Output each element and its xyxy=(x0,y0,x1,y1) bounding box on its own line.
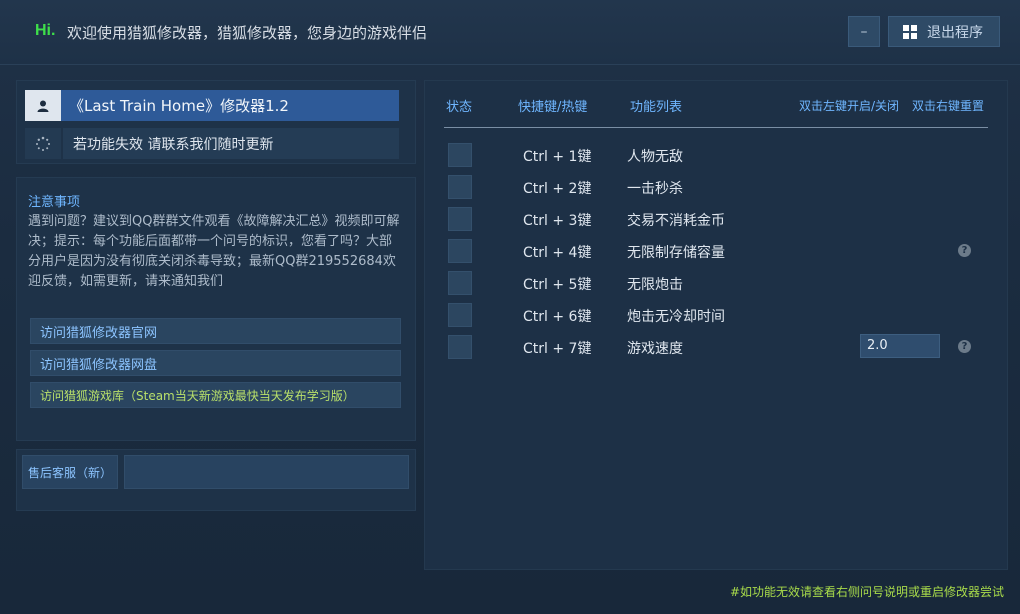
hotkey: Ctrl + 2键 xyxy=(523,181,592,197)
hotkey: Ctrl + 4键 xyxy=(523,245,592,261)
state-toggle[interactable] xyxy=(448,303,472,327)
state-toggle[interactable] xyxy=(448,239,472,263)
function-row: Ctrl + 6键 炮击无冷却时间 xyxy=(448,303,988,327)
function-name: 一击秒杀 xyxy=(627,181,683,197)
windows-icon xyxy=(903,24,917,39)
hotkey: Ctrl + 6键 xyxy=(523,309,592,325)
reset-hint: 双击右键重置 xyxy=(912,99,985,113)
footer-hint: #如功能无效请查看右侧问号说明或重启修改器尝试 xyxy=(729,585,1004,599)
header-hotkey: 快捷键/热键 xyxy=(518,100,588,115)
function-row: Ctrl + 4键 无限制存储容量 ? xyxy=(448,239,988,263)
game-title-row: 《Last Train Home》修改器1.2 xyxy=(25,90,399,121)
user-icon xyxy=(25,90,61,121)
loading-icon xyxy=(25,128,61,159)
function-name: 无限炮击 xyxy=(627,277,683,293)
notes-title: 注意事项 xyxy=(28,195,81,210)
exit-button[interactable]: 退出程序 xyxy=(888,16,1000,47)
support-button[interactable]: 售后客服（新） xyxy=(22,455,118,489)
update-notice-row: 若功能失效 请联系我们随时更新 xyxy=(25,128,399,159)
header-functions: 功能列表 xyxy=(630,100,683,115)
minimize-button[interactable]: – xyxy=(848,16,880,47)
help-icon[interactable]: ? xyxy=(958,244,971,257)
update-notice: 若功能失效 请联系我们随时更新 xyxy=(63,128,399,159)
header-state: 状态 xyxy=(446,100,473,115)
netdisk-link[interactable]: 访问猎狐修改器网盘 xyxy=(30,350,401,376)
hotkey: Ctrl + 5键 xyxy=(523,277,592,293)
hotkey: Ctrl + 3键 xyxy=(523,213,592,229)
welcome-text: 欢迎使用猎狐修改器，猎狐修改器，您身边的游戏伴侣 xyxy=(67,24,428,42)
function-name: 炮击无冷却时间 xyxy=(627,309,725,325)
function-name: 无限制存储容量 xyxy=(627,245,725,261)
support-content xyxy=(124,455,409,489)
function-row: Ctrl + 5键 无限炮击 xyxy=(448,271,988,295)
function-name: 交易不消耗金币 xyxy=(627,213,725,229)
state-toggle[interactable] xyxy=(448,207,472,231)
official-site-link[interactable]: 访问猎狐修改器官网 xyxy=(30,318,401,344)
header-divider xyxy=(444,127,988,128)
function-row: Ctrl + 2键 一击秒杀 xyxy=(448,175,988,199)
state-toggle[interactable] xyxy=(448,143,472,167)
function-row: Ctrl + 7键 游戏速度 2.0 ? xyxy=(448,334,988,359)
help-icon[interactable]: ? xyxy=(958,340,971,353)
game-library-link[interactable]: 访问猎狐游戏库（Steam当天新游戏最快当天发布学习版） xyxy=(30,382,401,408)
toggle-hint: 双击左键开启/关闭 xyxy=(799,99,900,113)
state-toggle[interactable] xyxy=(448,175,472,199)
notes-body: 遇到问题？建议到QQ群群文件观看《故障解决汇总》视频即可解决；提示：每个功能后面… xyxy=(28,214,400,289)
hotkey: Ctrl + 7键 xyxy=(523,341,592,357)
hi-logo: Hi. xyxy=(35,22,56,39)
hotkey: Ctrl + 1键 xyxy=(523,149,592,165)
game-speed-input[interactable]: 2.0 xyxy=(860,334,940,358)
state-toggle[interactable] xyxy=(448,335,472,359)
top-bar: Hi. 欢迎使用猎狐修改器，猎狐修改器，您身边的游戏伴侣 – 退出程序 xyxy=(0,0,1020,65)
function-name: 游戏速度 xyxy=(627,341,683,357)
function-name: 人物无敌 xyxy=(627,149,683,165)
exit-label: 退出程序 xyxy=(927,24,983,41)
function-row: Ctrl + 3键 交易不消耗金币 xyxy=(448,207,988,231)
state-toggle[interactable] xyxy=(448,271,472,295)
function-row: Ctrl + 1键 人物无敌 xyxy=(448,143,988,167)
game-title: 《Last Train Home》修改器1.2 xyxy=(61,90,399,121)
